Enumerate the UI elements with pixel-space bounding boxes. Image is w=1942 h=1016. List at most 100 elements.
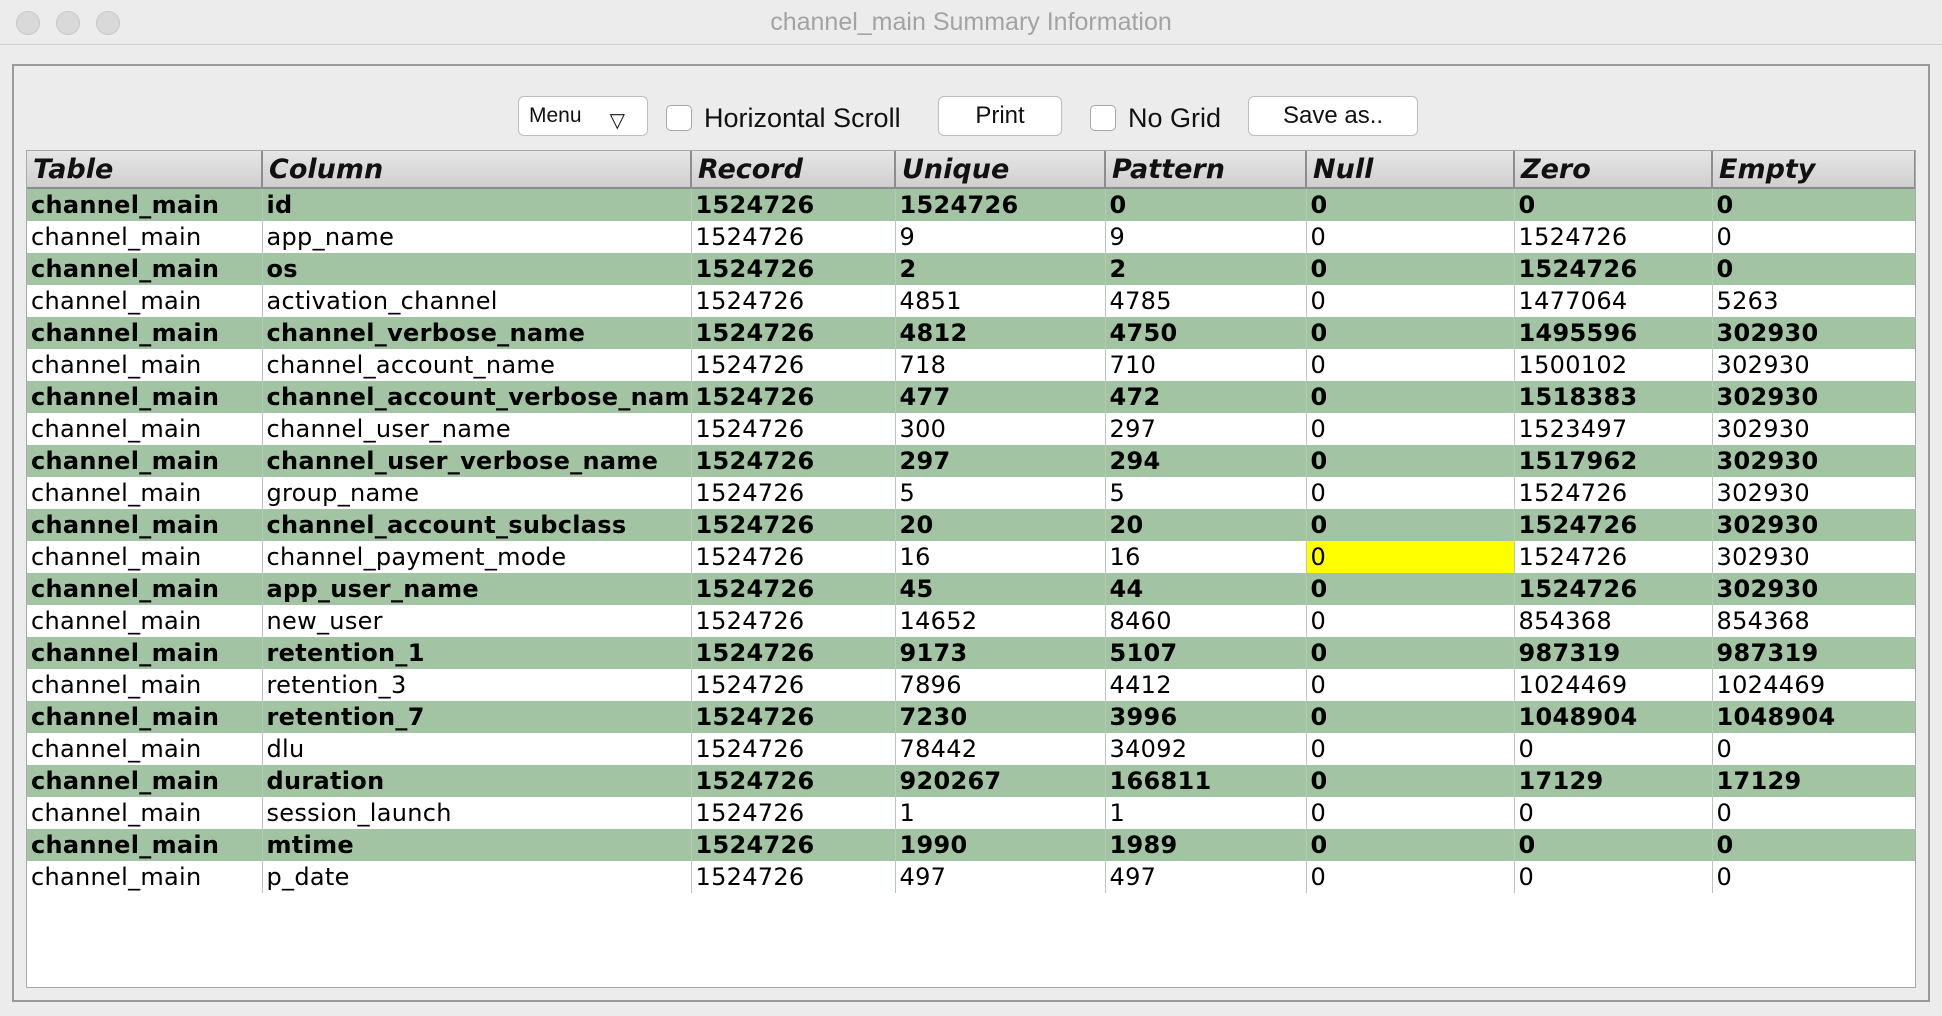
cell-unique[interactable]: 2 <box>895 253 1106 285</box>
cell-null[interactable]: 0 <box>1306 477 1515 509</box>
cell-unique[interactable]: 5 <box>895 477 1106 509</box>
cell-empty[interactable]: 302930 <box>1712 541 1915 573</box>
table-row[interactable]: channel_main app_user_name 1524726 45 44 0 152… <box>27 573 1915 605</box>
cell-pattern[interactable]: 1989 <box>1105 829 1307 861</box>
cell-pattern[interactable]: 1 <box>1105 797 1307 829</box>
cell-table[interactable]: channel_main <box>27 573 263 605</box>
cell-zero[interactable]: 0 <box>1514 829 1713 861</box>
cell-pattern[interactable]: 8460 <box>1105 605 1307 637</box>
cell-null[interactable]: 0 <box>1306 541 1515 573</box>
cell-table[interactable]: channel_main <box>27 477 263 509</box>
cell-pattern[interactable]: 2 <box>1105 253 1307 285</box>
cell-pattern[interactable]: 44 <box>1105 573 1307 605</box>
cell-record[interactable]: 1524726 <box>691 701 896 733</box>
cell-record[interactable]: 1524726 <box>691 253 896 285</box>
table-row[interactable]: channel_main session_launch 1524726 1 1 0 0 0 <box>27 797 1915 829</box>
cell-pattern[interactable]: 9 <box>1105 221 1307 253</box>
cell-record[interactable]: 1524726 <box>691 285 896 317</box>
cell-null[interactable]: 0 <box>1306 413 1515 445</box>
cell-pattern[interactable]: 710 <box>1105 349 1307 381</box>
cell-zero[interactable]: 1048904 <box>1514 701 1713 733</box>
cell-unique[interactable]: 718 <box>895 349 1106 381</box>
cell-table[interactable]: channel_main <box>27 317 263 349</box>
cell-empty[interactable]: 0 <box>1712 861 1915 893</box>
cell-table[interactable]: channel_main <box>27 221 263 253</box>
cell-unique[interactable]: 20 <box>895 509 1106 541</box>
cell-null[interactable]: 0 <box>1306 605 1515 637</box>
cell-empty[interactable]: 0 <box>1712 797 1915 829</box>
no-grid-checkbox[interactable] <box>1090 105 1116 131</box>
cell-empty[interactable]: 0 <box>1712 221 1915 253</box>
cell-empty[interactable]: 5263 <box>1712 285 1915 317</box>
cell-null[interactable]: 0 <box>1306 445 1515 477</box>
cell-record[interactable]: 1524726 <box>691 861 896 893</box>
table-row[interactable]: channel_main os 1524726 2 2 0 1524726 0 <box>27 253 1915 285</box>
cell-zero[interactable]: 1524726 <box>1514 509 1713 541</box>
cell-empty[interactable]: 1024469 <box>1712 669 1915 701</box>
cell-column[interactable]: os <box>262 253 692 285</box>
cell-column[interactable]: retention_3 <box>262 669 692 701</box>
header-null[interactable]: Null <box>1306 151 1515 189</box>
header-record[interactable]: Record <box>691 151 896 189</box>
table-row[interactable]: channel_main duration 1524726 920267 166811 0… <box>27 765 1915 797</box>
table-row[interactable]: channel_main retention_7 1524726 7230 3996 0 1… <box>27 701 1915 733</box>
cell-empty[interactable]: 0 <box>1712 253 1915 285</box>
cell-pattern[interactable]: 4785 <box>1105 285 1307 317</box>
cell-record[interactable]: 1524726 <box>691 637 896 669</box>
cell-table[interactable]: channel_main <box>27 285 263 317</box>
cell-zero[interactable]: 0 <box>1514 188 1713 221</box>
cell-unique[interactable]: 45 <box>895 573 1106 605</box>
cell-record[interactable]: 1524726 <box>691 765 896 797</box>
cell-null[interactable]: 0 <box>1306 253 1515 285</box>
header-empty[interactable]: Empty <box>1712 151 1915 189</box>
cell-pattern[interactable]: 20 <box>1105 509 1307 541</box>
cell-record[interactable]: 1524726 <box>691 477 896 509</box>
cell-record[interactable]: 1524726 <box>691 733 896 765</box>
cell-pattern[interactable]: 497 <box>1105 861 1307 893</box>
cell-null[interactable]: 0 <box>1306 861 1515 893</box>
cell-record[interactable]: 1524726 <box>691 381 896 413</box>
menu-dropdown[interactable]: Menu ▽ <box>518 96 648 136</box>
cell-zero[interactable]: 987319 <box>1514 637 1713 669</box>
header-zero[interactable]: Zero <box>1514 151 1713 189</box>
cell-zero[interactable]: 1495596 <box>1514 317 1713 349</box>
cell-empty[interactable]: 302930 <box>1712 349 1915 381</box>
cell-pattern[interactable]: 5107 <box>1105 637 1307 669</box>
header-column[interactable]: Column <box>262 151 692 189</box>
cell-unique[interactable]: 7230 <box>895 701 1106 733</box>
header-pattern[interactable]: Pattern <box>1105 151 1307 189</box>
cell-pattern[interactable]: 472 <box>1105 381 1307 413</box>
cell-zero[interactable]: 1477064 <box>1514 285 1713 317</box>
cell-pattern[interactable]: 4750 <box>1105 317 1307 349</box>
table-row[interactable]: channel_main channel_account_verbose_name… <box>27 381 1915 413</box>
cell-null[interactable]: 0 <box>1306 349 1515 381</box>
cell-column[interactable]: channel_user_verbose_name <box>262 445 692 477</box>
cell-unique[interactable]: 16 <box>895 541 1106 573</box>
cell-pattern[interactable]: 166811 <box>1105 765 1307 797</box>
cell-unique[interactable]: 1524726 <box>895 188 1106 221</box>
cell-zero[interactable]: 17129 <box>1514 765 1713 797</box>
cell-empty[interactable]: 302930 <box>1712 317 1915 349</box>
cell-column[interactable]: channel_account_name <box>262 349 692 381</box>
cell-null[interactable]: 0 <box>1306 701 1515 733</box>
table-row[interactable]: channel_main activation_channel 1524726 485… <box>27 285 1915 317</box>
cell-column[interactable]: duration <box>262 765 692 797</box>
cell-record[interactable]: 1524726 <box>691 573 896 605</box>
cell-table[interactable]: channel_main <box>27 253 263 285</box>
cell-empty[interactable]: 302930 <box>1712 413 1915 445</box>
horizontal-scroll-toggle[interactable]: Horizontal Scroll <box>666 100 901 136</box>
cell-pattern[interactable]: 4412 <box>1105 669 1307 701</box>
cell-table[interactable]: channel_main <box>27 605 263 637</box>
cell-column[interactable]: channel_account_verbose_name <box>262 381 692 413</box>
cell-record[interactable]: 1524726 <box>691 541 896 573</box>
cell-unique[interactable]: 1 <box>895 797 1106 829</box>
cell-table[interactable]: channel_main <box>27 413 263 445</box>
cell-table[interactable]: channel_main <box>27 765 263 797</box>
cell-unique[interactable]: 14652 <box>895 605 1106 637</box>
cell-table[interactable]: channel_main <box>27 829 263 861</box>
cell-table[interactable]: channel_main <box>27 861 263 893</box>
cell-unique[interactable]: 477 <box>895 381 1106 413</box>
cell-null[interactable]: 0 <box>1306 573 1515 605</box>
cell-zero[interactable]: 1524726 <box>1514 253 1713 285</box>
cell-record[interactable]: 1524726 <box>691 829 896 861</box>
